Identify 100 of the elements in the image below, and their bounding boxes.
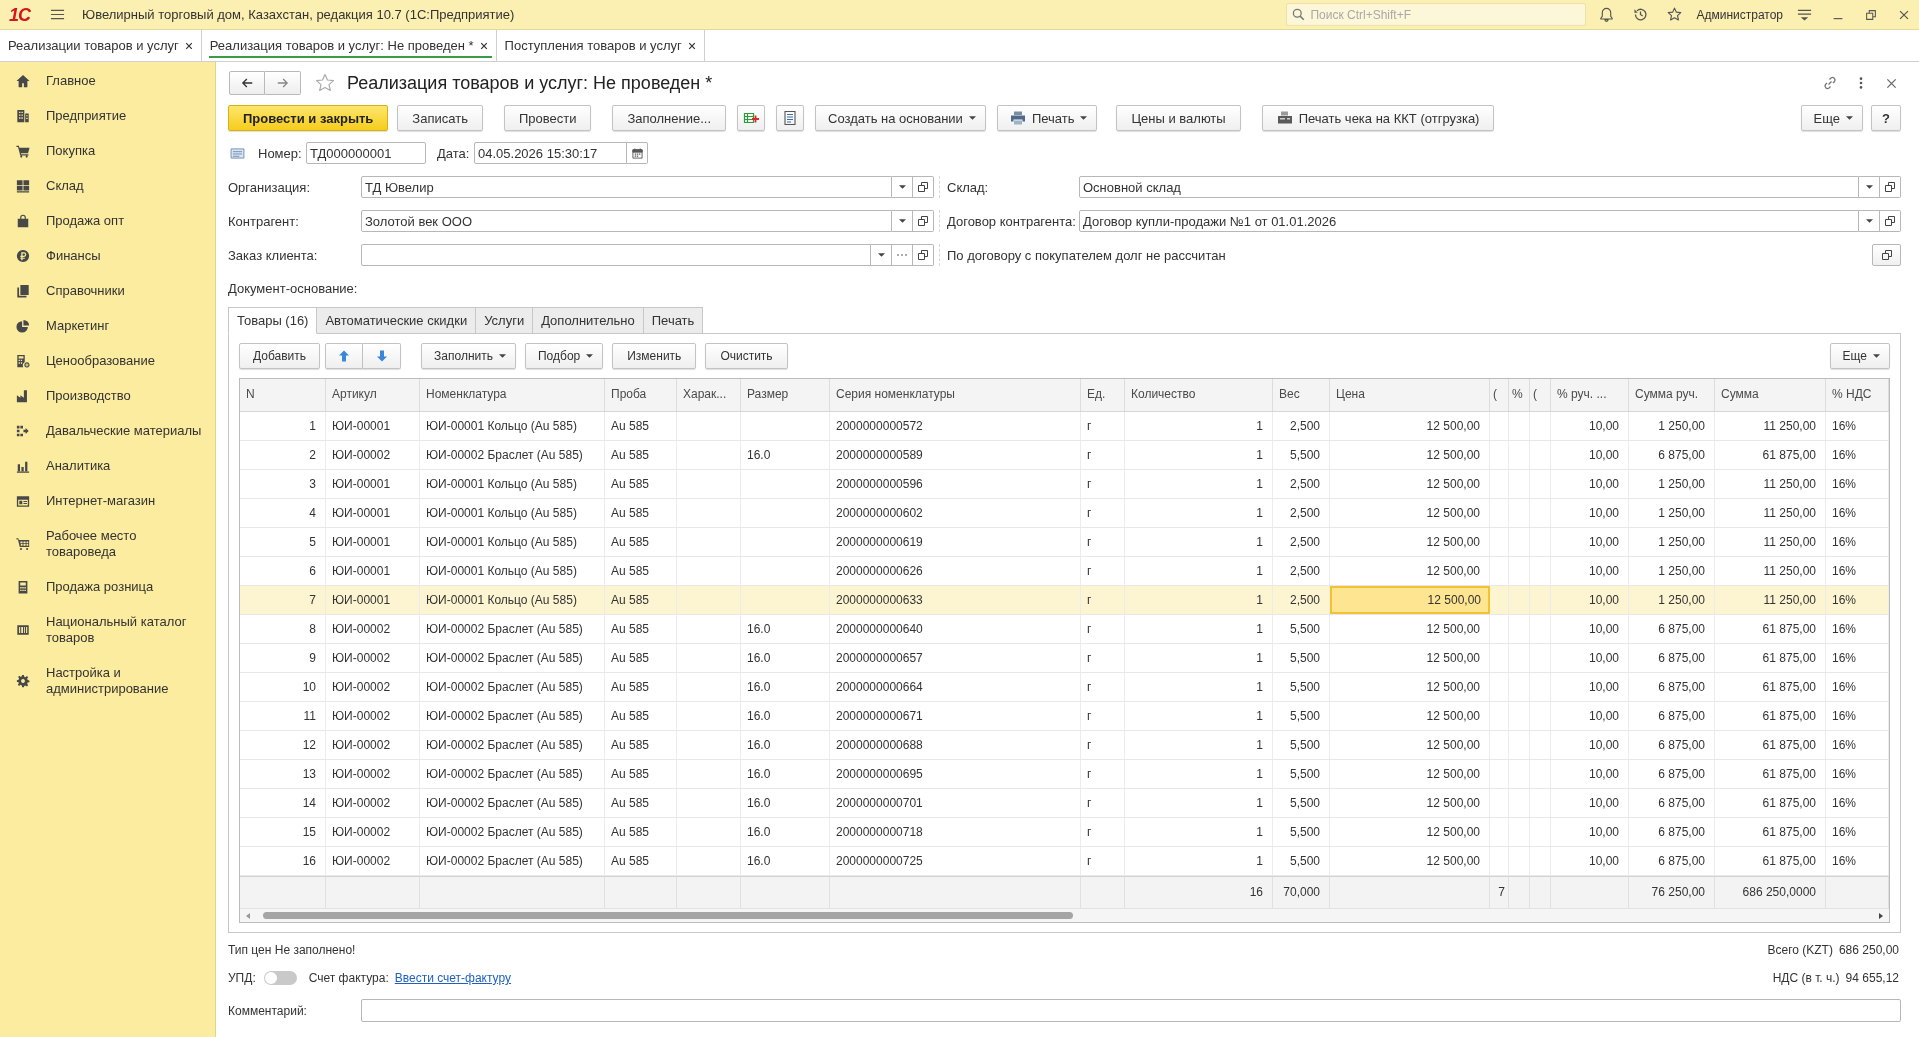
input-field[interactable]: Основной склад (1079, 176, 1859, 198)
dropdown-button[interactable] (1859, 176, 1880, 198)
column-header[interactable]: Артикул (326, 379, 420, 411)
close-icon[interactable] (479, 41, 488, 50)
column-header[interactable]: Серия номенклатуры (830, 379, 1081, 411)
history-icon[interactable] (1633, 7, 1649, 22)
toolbar-button[interactable]: Заполнение... (612, 105, 726, 131)
help-button[interactable]: ? (1871, 105, 1901, 131)
date-field[interactable]: 04.05.2026 15:30:17 (474, 142, 627, 164)
dropdown-button[interactable] (892, 176, 913, 198)
input-field[interactable]: ТД Ювелир (361, 176, 892, 198)
dropdown-button[interactable]: Еще (1829, 343, 1890, 369)
open-button[interactable] (1880, 210, 1901, 232)
input-field[interactable] (361, 244, 871, 266)
open-button[interactable] (913, 210, 934, 232)
column-header[interactable]: % (1509, 379, 1530, 411)
dropdown-button[interactable]: Создать на основании (815, 105, 986, 131)
open-button[interactable] (1880, 176, 1901, 198)
sidebar-item[interactable]: Продажа розница (0, 570, 215, 605)
move-down-button[interactable] (363, 343, 402, 369)
table-row[interactable]: 7 ЮИ-00001 ЮИ-00001 Кольцо (Au 585) Au 585 2000000000633 г 1 2,500 12 500,00 10,00 1 250,00 11 250,00 16% (240, 586, 1889, 615)
column-header[interactable]: Харак... (677, 379, 741, 411)
tab[interactable]: Товары (16) (228, 307, 318, 334)
sidebar-item[interactable]: Рабочее место товароведа (0, 519, 215, 570)
star-icon[interactable] (315, 73, 335, 93)
menu-icon[interactable] (1797, 7, 1812, 22)
close-icon[interactable] (1886, 77, 1897, 89)
column-header[interactable]: Номенклатура (420, 379, 605, 411)
dropdown-button[interactable]: Печать (996, 105, 1098, 131)
sidebar-item[interactable]: Продажа опт (0, 204, 215, 239)
number-field[interactable]: ТД000000001 (306, 142, 426, 164)
sidebar-item[interactable]: Предприятие (0, 99, 215, 134)
open-button[interactable] (913, 244, 934, 266)
sidebar-item[interactable]: Маркетинг (0, 309, 215, 344)
column-header[interactable]: ( (1490, 379, 1509, 411)
move-up-button[interactable] (325, 343, 364, 369)
calendar-button[interactable] (627, 142, 648, 164)
table-row[interactable]: 5 ЮИ-00001 ЮИ-00001 Кольцо (Au 585) Au 585 2000000000619 г 1 2,500 12 500,00 10,00 1 250,00 11 250,00 16% (240, 528, 1889, 557)
sidebar-item[interactable]: Справочники (0, 274, 215, 309)
star-icon[interactable] (1667, 7, 1683, 22)
back-button[interactable] (229, 71, 265, 95)
more-icon[interactable] (1859, 76, 1863, 90)
table-row[interactable]: 16 ЮИ-00002 ЮИ-00002 Браслет (Au 585) Au 585 16.0 2000000000725 г 1 5,500 12 500,00 10,00 6 875,00 61 875,00 16% (240, 847, 1889, 876)
column-header[interactable]: Сумма руч. (1629, 379, 1715, 411)
sidebar-item[interactable]: Главное (0, 64, 215, 99)
sidebar-item[interactable]: Производство (0, 379, 215, 414)
table-row[interactable]: 14 ЮИ-00002 ЮИ-00002 Браслет (Au 585) Au 585 16.0 2000000000701 г 1 5,500 12 500,00 10,00 6 875,00 61 875,00 16% (240, 789, 1889, 818)
column-header[interactable]: % НДС (1826, 379, 1889, 411)
toolbar-button[interactable]: Очистить (705, 343, 788, 369)
sidebar-item[interactable]: Интернет-магазин (0, 484, 215, 519)
column-header[interactable]: Размер (741, 379, 830, 411)
table-row[interactable]: 4 ЮИ-00001 ЮИ-00001 Кольцо (Au 585) Au 585 2000000000602 г 1 2,500 12 500,00 10,00 1 250,00 11 250,00 16% (240, 499, 1889, 528)
user-name[interactable]: Администратор (1696, 7, 1783, 22)
input-field[interactable]: Золотой век ООО (361, 210, 892, 232)
bell-icon[interactable] (1599, 7, 1615, 22)
sidebar-item[interactable]: Ценообразование (0, 344, 215, 379)
table-row[interactable]: 2 ЮИ-00002 ЮИ-00002 Браслет (Au 585) Au 585 16.0 2000000000589 г 1 5,500 12 500,00 10,00 6 875,00 61 875,00 16% (240, 441, 1889, 470)
comment-field[interactable] (361, 999, 1901, 1022)
dropdown-button[interactable]: Подбор (524, 343, 604, 369)
icon-button[interactable] (776, 105, 804, 131)
dropdown-button[interactable]: Еще (1800, 105, 1864, 131)
invoice-link[interactable]: Ввести счет-фактуру (394, 971, 512, 985)
caret-right-icon[interactable] (1879, 912, 1883, 919)
window-tab[interactable]: Реализация товаров и услуг: Не проведен * (201, 30, 497, 61)
toolbar-button[interactable]: Записать (397, 105, 483, 131)
scrollbar-thumb[interactable] (263, 912, 1073, 919)
restore-icon[interactable] (1864, 7, 1878, 22)
table-row[interactable]: 3 ЮИ-00001 ЮИ-00001 Кольцо (Au 585) Au 585 2000000000596 г 1 2,500 12 500,00 10,00 1 250,00 11 250,00 16% (240, 470, 1889, 499)
sidebar-item[interactable]: Покупка (0, 134, 215, 169)
close-icon[interactable] (184, 41, 193, 50)
menu-icon[interactable] (50, 7, 65, 22)
table-row[interactable]: 10 ЮИ-00002 ЮИ-00002 Браслет (Au 585) Au 585 16.0 2000000000664 г 1 5,500 12 500,00 10,00 6 875,00 61 875,00 16% (240, 673, 1889, 702)
column-header[interactable]: Ед. (1081, 379, 1125, 411)
column-header[interactable]: Проба (605, 379, 677, 411)
search-field[interactable]: Поиск Ctrl+Shift+F (1286, 3, 1587, 26)
caret-left-icon[interactable] (246, 912, 250, 919)
tab[interactable]: Печать (643, 307, 704, 334)
open-button[interactable] (913, 176, 934, 198)
column-header[interactable]: Вес (1273, 379, 1330, 411)
dropdown-button[interactable]: Заполнить (421, 343, 516, 369)
toolbar-button[interactable]: Добавить (239, 343, 321, 369)
table-row[interactable]: 8 ЮИ-00002 ЮИ-00002 Браслет (Au 585) Au 585 16.0 2000000000640 г 1 5,500 12 500,00 10,00 6 875,00 61 875,00 16% (240, 615, 1889, 644)
tab[interactable]: Автоматические скидки (317, 307, 477, 334)
toolbar-button[interactable]: Провести (503, 105, 592, 131)
column-header[interactable]: Количество (1125, 379, 1273, 411)
toolbar-button[interactable]: Печать чека на ККТ (отгрузка) (1261, 105, 1495, 131)
link-icon[interactable] (1822, 75, 1838, 91)
toolbar-button[interactable]: Провести и закрыть (228, 105, 389, 131)
sidebar-item[interactable]: Аналитика (0, 449, 215, 484)
sidebar-item[interactable]: Финансы (0, 239, 215, 274)
toggle-switch[interactable] (263, 971, 297, 985)
column-header[interactable]: ( (1530, 379, 1551, 411)
dropdown-button[interactable] (892, 210, 913, 232)
table-row[interactable]: 13 ЮИ-00002 ЮИ-00002 Браслет (Au 585) Au 585 16.0 2000000000695 г 1 5,500 12 500,00 10,00 6 875,00 61 875,00 16% (240, 760, 1889, 789)
horizontal-scrollbar[interactable] (240, 908, 1889, 922)
sidebar-item[interactable]: Настройка и администрирование (0, 656, 215, 707)
table-row[interactable]: 15 ЮИ-00002 ЮИ-00002 Браслет (Au 585) Au 585 16.0 2000000000718 г 1 5,500 12 500,00 10,00 6 875,00 61 875,00 16% (240, 818, 1889, 847)
tab[interactable]: Дополнительно (533, 307, 644, 334)
dropdown-button[interactable] (871, 244, 892, 266)
icon-button[interactable] (737, 105, 765, 131)
